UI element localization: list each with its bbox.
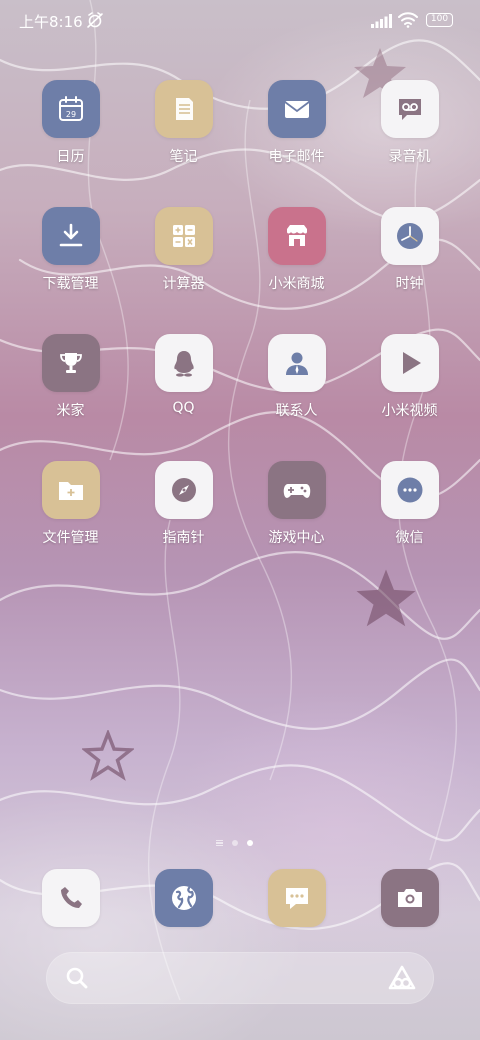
status-bar: 上午8:16 100 — [0, 0, 480, 40]
app-mi-home[interactable]: 米家 — [14, 334, 127, 424]
cellular-signal-icon — [371, 14, 392, 28]
app-contacts[interactable]: 联系人 — [240, 334, 353, 424]
app-clock[interactable]: 时钟 — [353, 207, 466, 297]
app-calendar[interactable]: 29 日历 — [14, 80, 127, 170]
contact-icon — [267, 334, 326, 392]
search-icon[interactable] — [65, 966, 89, 990]
play-icon — [380, 334, 439, 392]
calculator-icon — [154, 207, 213, 265]
app-label: 指南针 — [162, 530, 205, 546]
wifi-icon — [398, 12, 418, 28]
search-bar[interactable] — [46, 952, 434, 1004]
page-indicator[interactable] — [216, 840, 253, 846]
page-indicator-home-lines — [216, 840, 223, 846]
app-label: 小米视频 — [381, 403, 438, 419]
battery-icon: 100 — [426, 13, 453, 27]
app-label: 时钟 — [395, 276, 424, 292]
calendar-icon: 29 — [41, 80, 100, 138]
calendar-day: 29 — [65, 110, 75, 119]
browser-globe-icon — [154, 869, 213, 927]
app-label: 日历 — [56, 149, 85, 165]
app-recorder[interactable]: 录音机 — [353, 80, 466, 170]
app-calculator[interactable]: 计算器 — [127, 207, 240, 297]
app-label: 文件管理 — [42, 530, 99, 546]
app-downloads[interactable]: 下载管理 — [14, 207, 127, 297]
app-label: QQ — [172, 400, 195, 416]
dock-phone[interactable] — [14, 869, 127, 929]
app-game-center[interactable]: 游戏中心 — [240, 461, 353, 551]
app-label: 小米商城 — [268, 276, 325, 292]
app-file-manager[interactable]: 文件管理 — [14, 461, 127, 551]
gamepad-icon — [267, 461, 326, 519]
dock-camera[interactable] — [353, 869, 466, 929]
dock-messages[interactable] — [240, 869, 353, 929]
app-label: 下载管理 — [42, 276, 99, 292]
notes-icon — [154, 80, 213, 138]
store-icon — [267, 207, 326, 265]
status-time: 上午8:16 — [19, 13, 83, 31]
app-label: 电子邮件 — [268, 149, 325, 165]
app-label: 微信 — [395, 530, 424, 546]
mail-icon — [267, 80, 326, 138]
wallpaper-star-mid — [356, 569, 416, 627]
camera-icon — [380, 869, 439, 927]
app-notes[interactable]: 笔记 — [127, 80, 240, 170]
compass-icon — [154, 461, 213, 519]
wallpaper-star-outline — [82, 730, 134, 781]
app-label: 笔记 — [169, 149, 198, 165]
chat-bubble-icon — [380, 461, 439, 519]
battery-level: 100 — [430, 14, 449, 24]
page-dot-active — [247, 840, 253, 846]
app-grid: 29 日历 笔记 电子邮件 录音机 下载管理 计算器 小米商城 时钟 米家 QQ… — [0, 80, 480, 551]
dock-browser[interactable] — [127, 869, 240, 929]
alarm-off-icon — [87, 12, 103, 28]
clock-icon — [380, 207, 439, 265]
page-dot — [232, 840, 238, 846]
app-label: 计算器 — [162, 276, 205, 292]
folder-icon — [41, 461, 100, 519]
app-qq[interactable]: QQ — [127, 334, 240, 424]
app-label: 录音机 — [388, 149, 431, 165]
app-mail[interactable]: 电子邮件 — [240, 80, 353, 170]
app-mi-video[interactable]: 小米视频 — [353, 334, 466, 424]
app-label: 游戏中心 — [268, 530, 325, 546]
phone-icon — [41, 869, 100, 927]
app-compass[interactable]: 指南针 — [127, 461, 240, 551]
voicemail-icon — [380, 80, 439, 138]
app-label: 米家 — [56, 403, 85, 419]
app-label: 联系人 — [275, 403, 318, 419]
download-icon — [41, 207, 100, 265]
messages-icon — [267, 869, 326, 927]
trophy-icon — [41, 334, 100, 392]
penguin-icon — [154, 334, 213, 392]
dock — [0, 869, 480, 929]
app-mi-store[interactable]: 小米商城 — [240, 207, 353, 297]
app-wechat[interactable]: 微信 — [353, 461, 466, 551]
assistant-icon[interactable] — [387, 964, 417, 992]
